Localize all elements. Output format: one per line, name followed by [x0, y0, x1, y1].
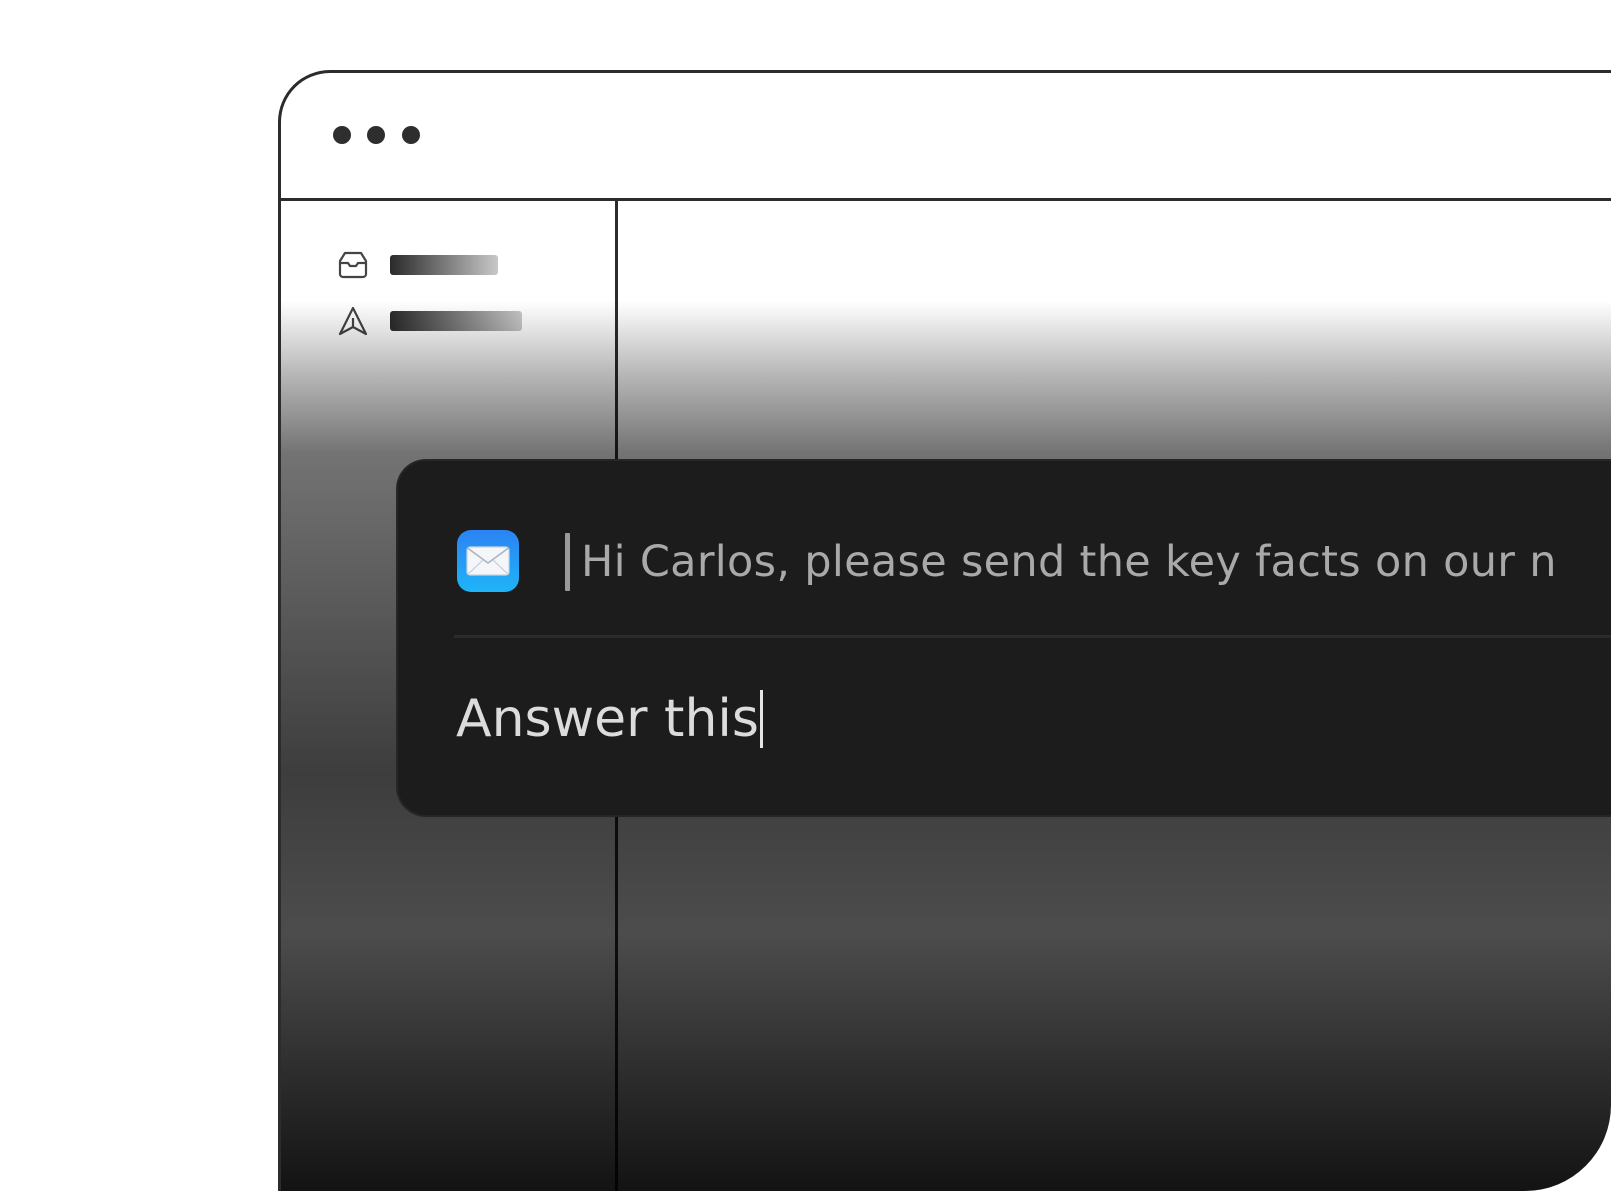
- mail-icon: [457, 530, 519, 592]
- window-dot[interactable]: [367, 126, 385, 144]
- window-dot[interactable]: [402, 126, 420, 144]
- email-context-text: Hi Carlos, please send the key facts on …: [581, 537, 1557, 587]
- command-panel: Hi Carlos, please send the key facts on …: [396, 459, 1611, 817]
- sidebar-item-inbox[interactable]: [337, 249, 498, 281]
- send-icon: [338, 306, 368, 336]
- inbox-icon: [338, 251, 368, 279]
- sidebar-item-label-placeholder: [390, 255, 498, 275]
- title-bar: [281, 73, 1611, 201]
- text-caret: [759, 690, 763, 748]
- sidebar-item-label-placeholder: [390, 311, 522, 331]
- sidebar-item-sent[interactable]: [337, 305, 522, 337]
- prompt-input-value[interactable]: Answer this: [456, 687, 759, 751]
- panel-divider: [454, 635, 1611, 638]
- prompt-input[interactable]: Answer this: [456, 687, 763, 751]
- context-quote-marker: [565, 533, 570, 591]
- window-dot[interactable]: [333, 126, 351, 144]
